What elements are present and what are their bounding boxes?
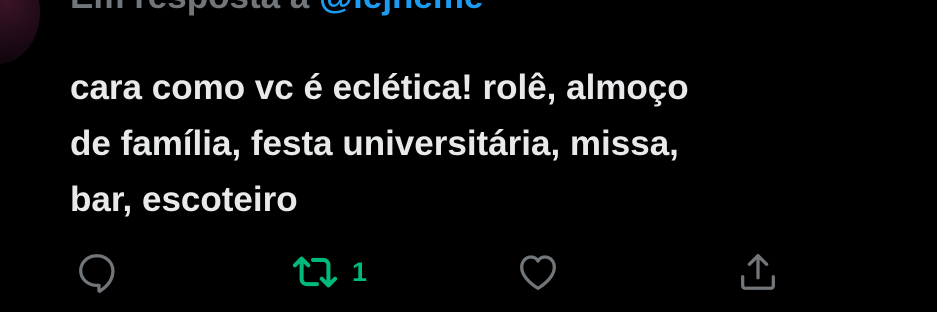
retweet-button[interactable]: 1 — [290, 248, 367, 296]
tweet-actions: 1 — [0, 248, 937, 296]
share-button[interactable] — [735, 248, 781, 296]
reply-prefix: Em resposta a — [70, 0, 309, 16]
share-icon — [735, 249, 781, 295]
heart-icon — [515, 249, 561, 295]
retweet-count: 1 — [352, 256, 368, 287]
reply-button[interactable] — [74, 248, 120, 296]
reply-handle-link[interactable]: @lejneme — [319, 0, 483, 16]
like-button[interactable] — [515, 248, 561, 296]
tweet-text: cara como vc é eclética! rolê, almoço de… — [70, 68, 689, 219]
reply-context: Em resposta a @lejneme — [70, 0, 484, 14]
avatar[interactable] — [0, 0, 40, 64]
retweet-icon — [290, 249, 340, 295]
reply-icon — [74, 249, 120, 295]
